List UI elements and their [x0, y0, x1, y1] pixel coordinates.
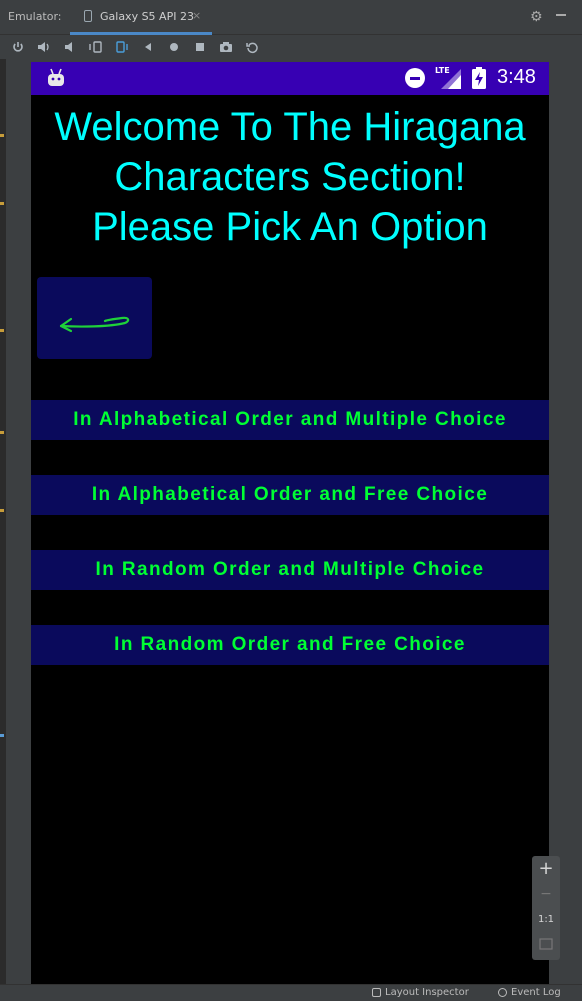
welcome-line: Please Pick An Option: [92, 205, 488, 249]
option-random-multiple-choice[interactable]: In Random Order and Multiple Choice: [31, 550, 549, 590]
rotate-left-icon[interactable]: [87, 38, 105, 56]
layout-inspector-label: Layout Inspector: [385, 987, 469, 998]
replay-icon[interactable]: [243, 38, 261, 56]
ide-status-bar: Layout Inspector Event Log: [0, 984, 582, 1001]
device-tab[interactable]: Galaxy S5 API 23 ×: [70, 0, 212, 35]
return-arrow-icon: [59, 316, 130, 333]
welcome-line: Characters Section!: [114, 155, 466, 199]
left-gutter: [0, 59, 6, 984]
device-tab-title: Galaxy S5 API 23: [100, 10, 194, 23]
emulator-tab-bar: Emulator: Galaxy S5 API 23 × ⚙: [0, 0, 582, 35]
overview-icon[interactable]: [191, 38, 209, 56]
zoom-fit-icon[interactable]: [532, 938, 560, 950]
gutter-marker: [0, 134, 4, 137]
event-log-label: Event Log: [511, 987, 561, 998]
camera-icon[interactable]: [217, 38, 235, 56]
gutter-marker: [0, 509, 4, 512]
zoom-in-button[interactable]: +: [532, 858, 560, 879]
zoom-out-button[interactable]: −: [532, 886, 560, 902]
signal-icon: [439, 69, 461, 93]
option-random-free-choice[interactable]: In Random Order and Free Choice: [31, 625, 549, 665]
minimize-icon[interactable]: [556, 14, 566, 16]
event-log-icon: [498, 987, 507, 997]
volume-up-icon[interactable]: [35, 38, 53, 56]
status-time: 3:48: [497, 66, 536, 88]
layout-inspector-icon: [372, 987, 381, 997]
back-button[interactable]: [37, 277, 152, 359]
option-alphabetical-multiple-choice[interactable]: In Alphabetical Order and Multiple Choic…: [31, 400, 549, 440]
gutter-marker: [0, 431, 4, 434]
option-alphabetical-free-choice[interactable]: In Alphabetical Order and Free Choice: [31, 475, 549, 515]
layout-inspector-button[interactable]: Layout Inspector: [372, 987, 469, 998]
welcome-line: Welcome To The Hiragana: [54, 105, 526, 149]
volume-down-icon[interactable]: [61, 38, 79, 56]
emulator-label: Emulator:: [8, 10, 62, 23]
phone-screen: LTE 3:48 Welcome To The Hiragana Charact…: [31, 62, 549, 984]
power-icon[interactable]: [9, 38, 27, 56]
status-bar: LTE 3:48: [31, 62, 549, 95]
gear-icon[interactable]: ⚙: [530, 9, 543, 25]
zoom-actual-size-button[interactable]: 1:1: [532, 914, 560, 925]
gutter-marker: [0, 202, 4, 205]
home-icon[interactable]: [165, 38, 183, 56]
device-icon: [84, 10, 92, 22]
rotate-right-icon[interactable]: [113, 38, 131, 56]
zoom-controls: + − 1:1: [532, 856, 560, 960]
gutter-marker: [0, 734, 4, 737]
close-tab-icon[interactable]: ×: [192, 9, 201, 22]
welcome-title: Welcome To The Hiragana Characters Secti…: [31, 102, 549, 252]
battery-charging-icon: [472, 67, 486, 93]
emulator-toolbar: [0, 35, 582, 59]
android-icon: [47, 68, 65, 92]
event-log-button[interactable]: Event Log: [498, 987, 561, 998]
gutter-marker: [0, 329, 4, 332]
back-icon[interactable]: [139, 38, 157, 56]
do-not-disturb-icon: [405, 68, 425, 88]
